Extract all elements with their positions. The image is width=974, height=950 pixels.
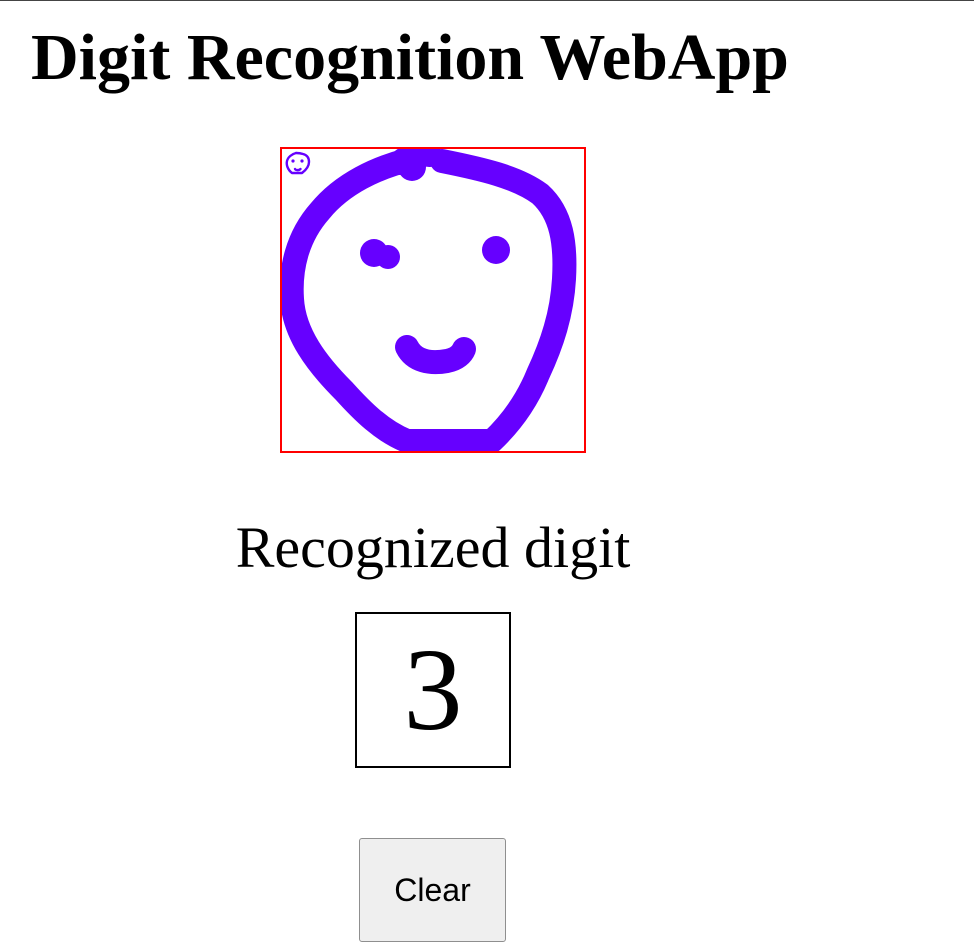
top-stroke-blob xyxy=(398,153,426,181)
drawing-strokes xyxy=(282,149,577,451)
right-eye-dot xyxy=(482,236,510,264)
recognized-digit-value: 3 xyxy=(403,624,463,755)
top-divider xyxy=(0,0,974,1)
recognized-digit-box: 3 xyxy=(355,612,511,768)
face-outline-stroke xyxy=(282,149,577,451)
thumbnail-preview xyxy=(285,151,311,175)
left-eye-dot-2 xyxy=(376,245,400,269)
smile-stroke xyxy=(395,335,476,375)
drawing-canvas[interactable] xyxy=(280,147,586,453)
clear-button[interactable]: Clear xyxy=(359,838,506,942)
result-label: Recognized digit xyxy=(235,515,631,580)
page-title: Digit Recognition WebApp xyxy=(31,21,789,94)
